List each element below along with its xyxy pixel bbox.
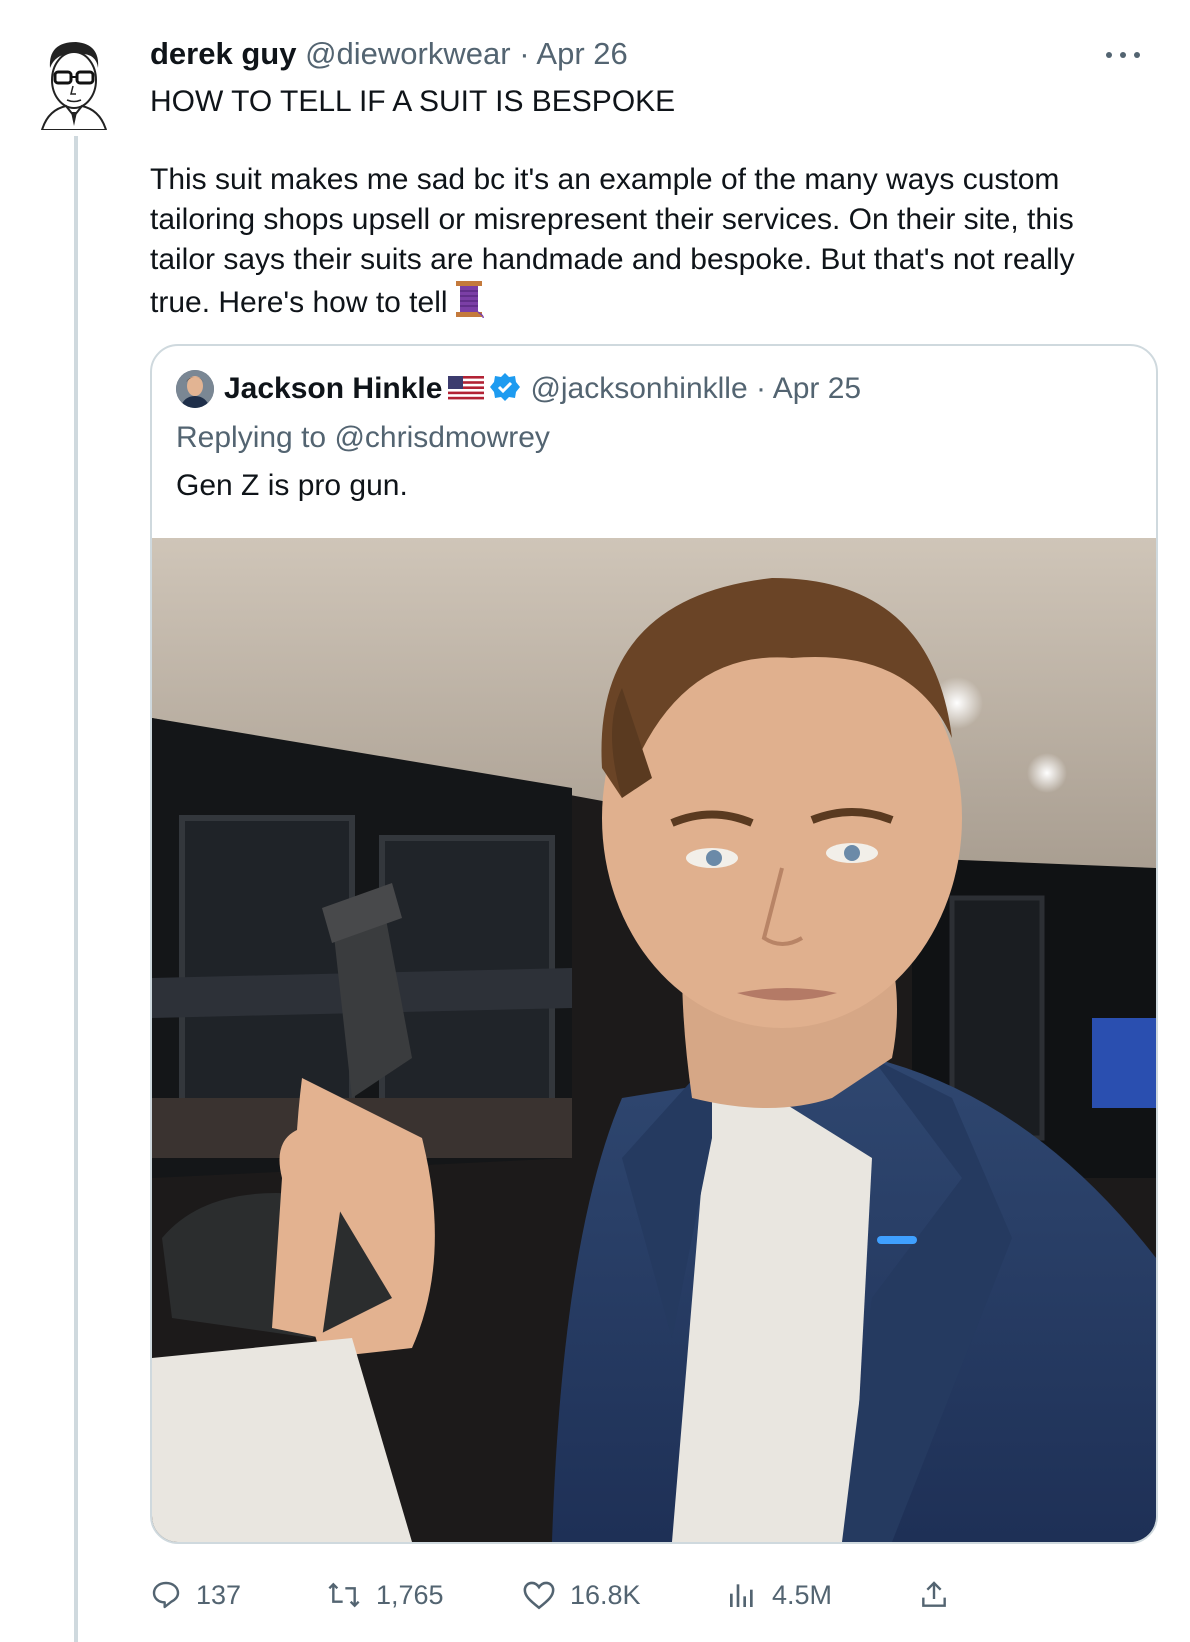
verified-badge-icon [490,372,521,414]
more-dot-icon [1134,52,1140,58]
replying-to-line: Replying to @chrisdmowrey [176,418,550,458]
more-dot-icon [1120,52,1126,58]
tweet-header: derek guy @dieworkwear · Apr 26 [150,34,628,74]
more-dot-icon [1106,52,1112,58]
views-bar-chart-icon [730,1584,753,1607]
retweet-arrows-icon [328,1582,360,1608]
views-count: 4.5M [772,1579,833,1610]
views-button[interactable]: 4.5M [726,1570,832,1620]
replying-to-handle[interactable]: @chrisdmowrey [334,421,550,454]
like-count: 16.8K [570,1579,641,1610]
reply-bubble-icon [152,1581,180,1609]
like-button[interactable]: 16.8K [522,1570,641,1620]
quoted-tweet-date[interactable]: Apr 25 [773,372,861,405]
reply-button[interactable]: 137 [150,1570,241,1620]
spool-of-thread-icon [454,280,484,329]
share-upload-icon [922,1581,946,1607]
retweet-button[interactable]: 1,765 [326,1570,444,1620]
quoted-tweet-text: Gen Z is pro gun. [176,469,408,502]
reply-count: 137 [196,1579,242,1610]
quoted-tweet-header: Jackson Hinkle @jacksonhinklle · Apr 25 [224,368,861,414]
more-options-button[interactable] [1100,36,1146,70]
author-handle[interactable]: @dieworkwear [305,36,510,71]
us-flag-icon [448,370,485,412]
tweet-body: This suit makes me sad bc it's an exampl… [150,163,1075,319]
quoted-tweet-photo[interactable] [152,538,1156,1542]
retweet-count: 1,765 [376,1579,444,1610]
quoted-author-handle[interactable]: @jacksonhinklle [530,372,747,405]
person-avatar-icon [176,370,214,408]
quoted-tweet-card[interactable]: Jackson Hinkle @jacksonhinklle · Apr 25 … [150,344,1158,1544]
thread-connector-line [74,136,78,1642]
tweet-action-bar: 137 1,765 16.8K 4.5M [150,1570,1010,1620]
author-name[interactable]: derek guy [150,36,296,71]
quoted-author-name[interactable]: Jackson Hinkle [224,372,442,405]
share-button[interactable] [918,1570,964,1620]
replying-to-label: Replying to [176,421,327,454]
quoted-header-separator: · [756,372,767,405]
tweet-date[interactable]: Apr 26 [536,36,627,71]
quoted-author-avatar[interactable] [176,370,214,408]
tweet-headline: HOW TO TELL IF A SUIT IS BESPOKE [150,85,676,118]
header-separator: · [519,36,530,71]
caricature-avatar-icon [40,42,108,131]
author-avatar[interactable] [38,38,110,131]
tweet-body-wrapper: This suit makes me sad bc it's an exampl… [150,160,1130,329]
heart-icon [523,1581,555,1610]
